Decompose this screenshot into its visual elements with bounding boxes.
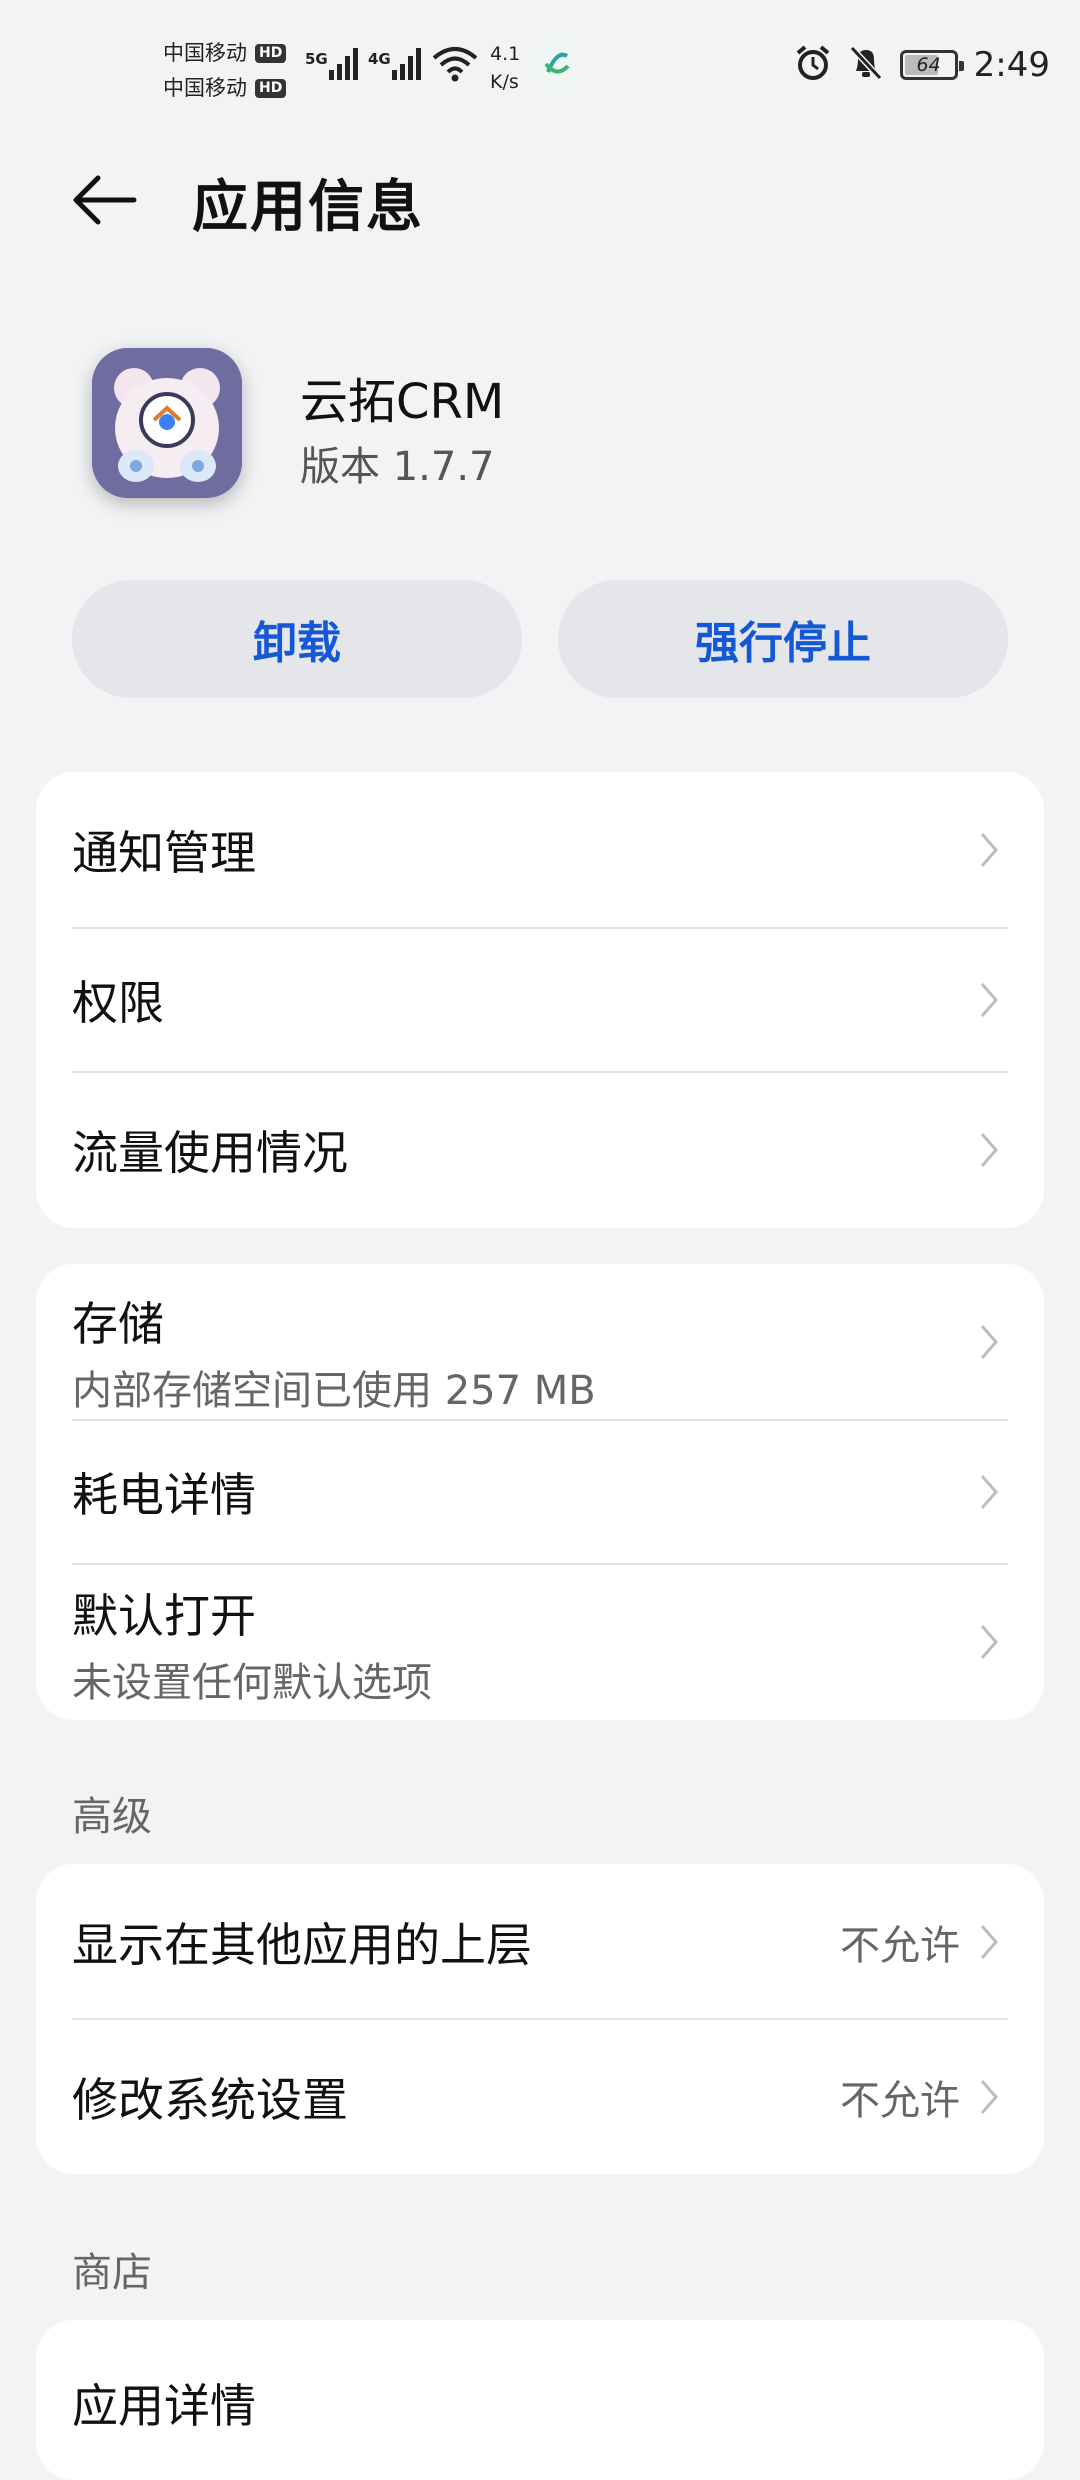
advanced-card: 显示在其他应用的上层 不允许 修改系统设置 不允许 (36, 1864, 1044, 2174)
chevron-right-icon (980, 2080, 998, 2114)
notification-management-label: 通知管理 (72, 826, 256, 880)
data-usage-row[interactable]: 流量使用情况 (36, 1072, 1044, 1228)
status-bar: 中国移动 HD 中国移动 HD 5G 4G 4.1 K/s 64 2:49 (0, 0, 1080, 130)
signal-icon-2: 4G (368, 42, 426, 84)
display-over-apps-label: 显示在其他应用的上层 (72, 1918, 532, 1972)
clock: 2:49 (973, 45, 1050, 85)
open-by-default-label: 默认打开 (72, 1589, 256, 1643)
storage-sub: 内部存储空间已使用 257 MB (72, 1368, 596, 1414)
modify-system-settings-row[interactable]: 修改系统设置 不允许 (36, 2019, 1044, 2174)
storage-card: 存储 内部存储空间已使用 257 MB 耗电详情 默认打开 未设置任何默认选项 (36, 1264, 1044, 1720)
app-name: 云拓CRM (300, 374, 505, 430)
speed-value: 4.1 (490, 43, 521, 65)
chevron-right-icon (980, 1325, 998, 1359)
hd-badge-2: HD (255, 79, 287, 98)
storage-label: 存储 (72, 1297, 164, 1351)
general-settings-card: 通知管理 权限 流量使用情况 (36, 772, 1044, 1228)
chevron-right-icon (980, 1625, 998, 1659)
back-button[interactable] (68, 170, 148, 230)
open-by-default-sub: 未设置任何默认选项 (72, 1660, 432, 1706)
app-icon (92, 348, 242, 498)
force-stop-button[interactable]: 强行停止 (558, 580, 1008, 698)
chevron-right-icon (980, 983, 998, 1017)
carrier-2: 中国移动 (163, 76, 247, 100)
net-5g-label: 5G (305, 50, 328, 68)
data-usage-label: 流量使用情况 (72, 1126, 348, 1180)
app-details-row[interactable]: 应用详情 (36, 2320, 1044, 2476)
app-bar: 应用信息 (0, 150, 1080, 250)
permissions-row[interactable]: 权限 (36, 928, 1044, 1072)
chevron-right-icon (980, 1133, 998, 1167)
storage-row[interactable]: 存储 内部存储空间已使用 257 MB (36, 1264, 1044, 1420)
speed-unit: K/s (490, 71, 519, 93)
chevron-right-icon (980, 1475, 998, 1509)
carrier-info: 中国移动 HD 中国移动 HD (163, 36, 287, 106)
open-by-default-row[interactable]: 默认打开 未设置任何默认选项 (36, 1564, 1044, 1720)
page-title: 应用信息 (192, 175, 424, 240)
chevron-right-icon (980, 833, 998, 867)
app-version: 版本 1.7.7 (300, 444, 495, 490)
app-details-label: 应用详情 (72, 2379, 256, 2433)
advanced-section-title: 高级 (72, 1794, 152, 1840)
modify-system-settings-label: 修改系统设置 (72, 2073, 348, 2127)
carrier-1: 中国移动 (163, 41, 247, 65)
wifi-icon (432, 46, 478, 82)
display-over-apps-row[interactable]: 显示在其他应用的上层 不允许 (36, 1864, 1044, 2019)
network-speed: 4.1 K/s (490, 40, 520, 96)
signal-icon: 5G (305, 42, 363, 84)
hd-badge: HD (255, 44, 287, 63)
permissions-label: 权限 (72, 976, 164, 1030)
alarm-icon (794, 44, 832, 86)
store-section-title: 商店 (72, 2250, 152, 2296)
battery-icon: 64 (899, 50, 964, 80)
chevron-right-icon (980, 1925, 998, 1959)
carrier-logo-icon (540, 44, 574, 84)
net-4g-label: 4G (368, 50, 391, 68)
battery-level: 64 (916, 54, 941, 76)
battery-usage-row[interactable]: 耗电详情 (36, 1420, 1044, 1564)
notification-management-row[interactable]: 通知管理 (36, 772, 1044, 928)
store-card: 应用详情 (36, 2320, 1044, 2480)
uninstall-button[interactable]: 卸载 (72, 580, 522, 698)
mute-icon (848, 44, 884, 86)
arrow-left-icon (73, 175, 137, 225)
status-right: 64 2:49 (794, 44, 1050, 86)
display-over-apps-value: 不允许 (840, 1923, 960, 1969)
modify-system-settings-value: 不允许 (840, 2078, 960, 2124)
battery-usage-label: 耗电详情 (72, 1468, 256, 1522)
